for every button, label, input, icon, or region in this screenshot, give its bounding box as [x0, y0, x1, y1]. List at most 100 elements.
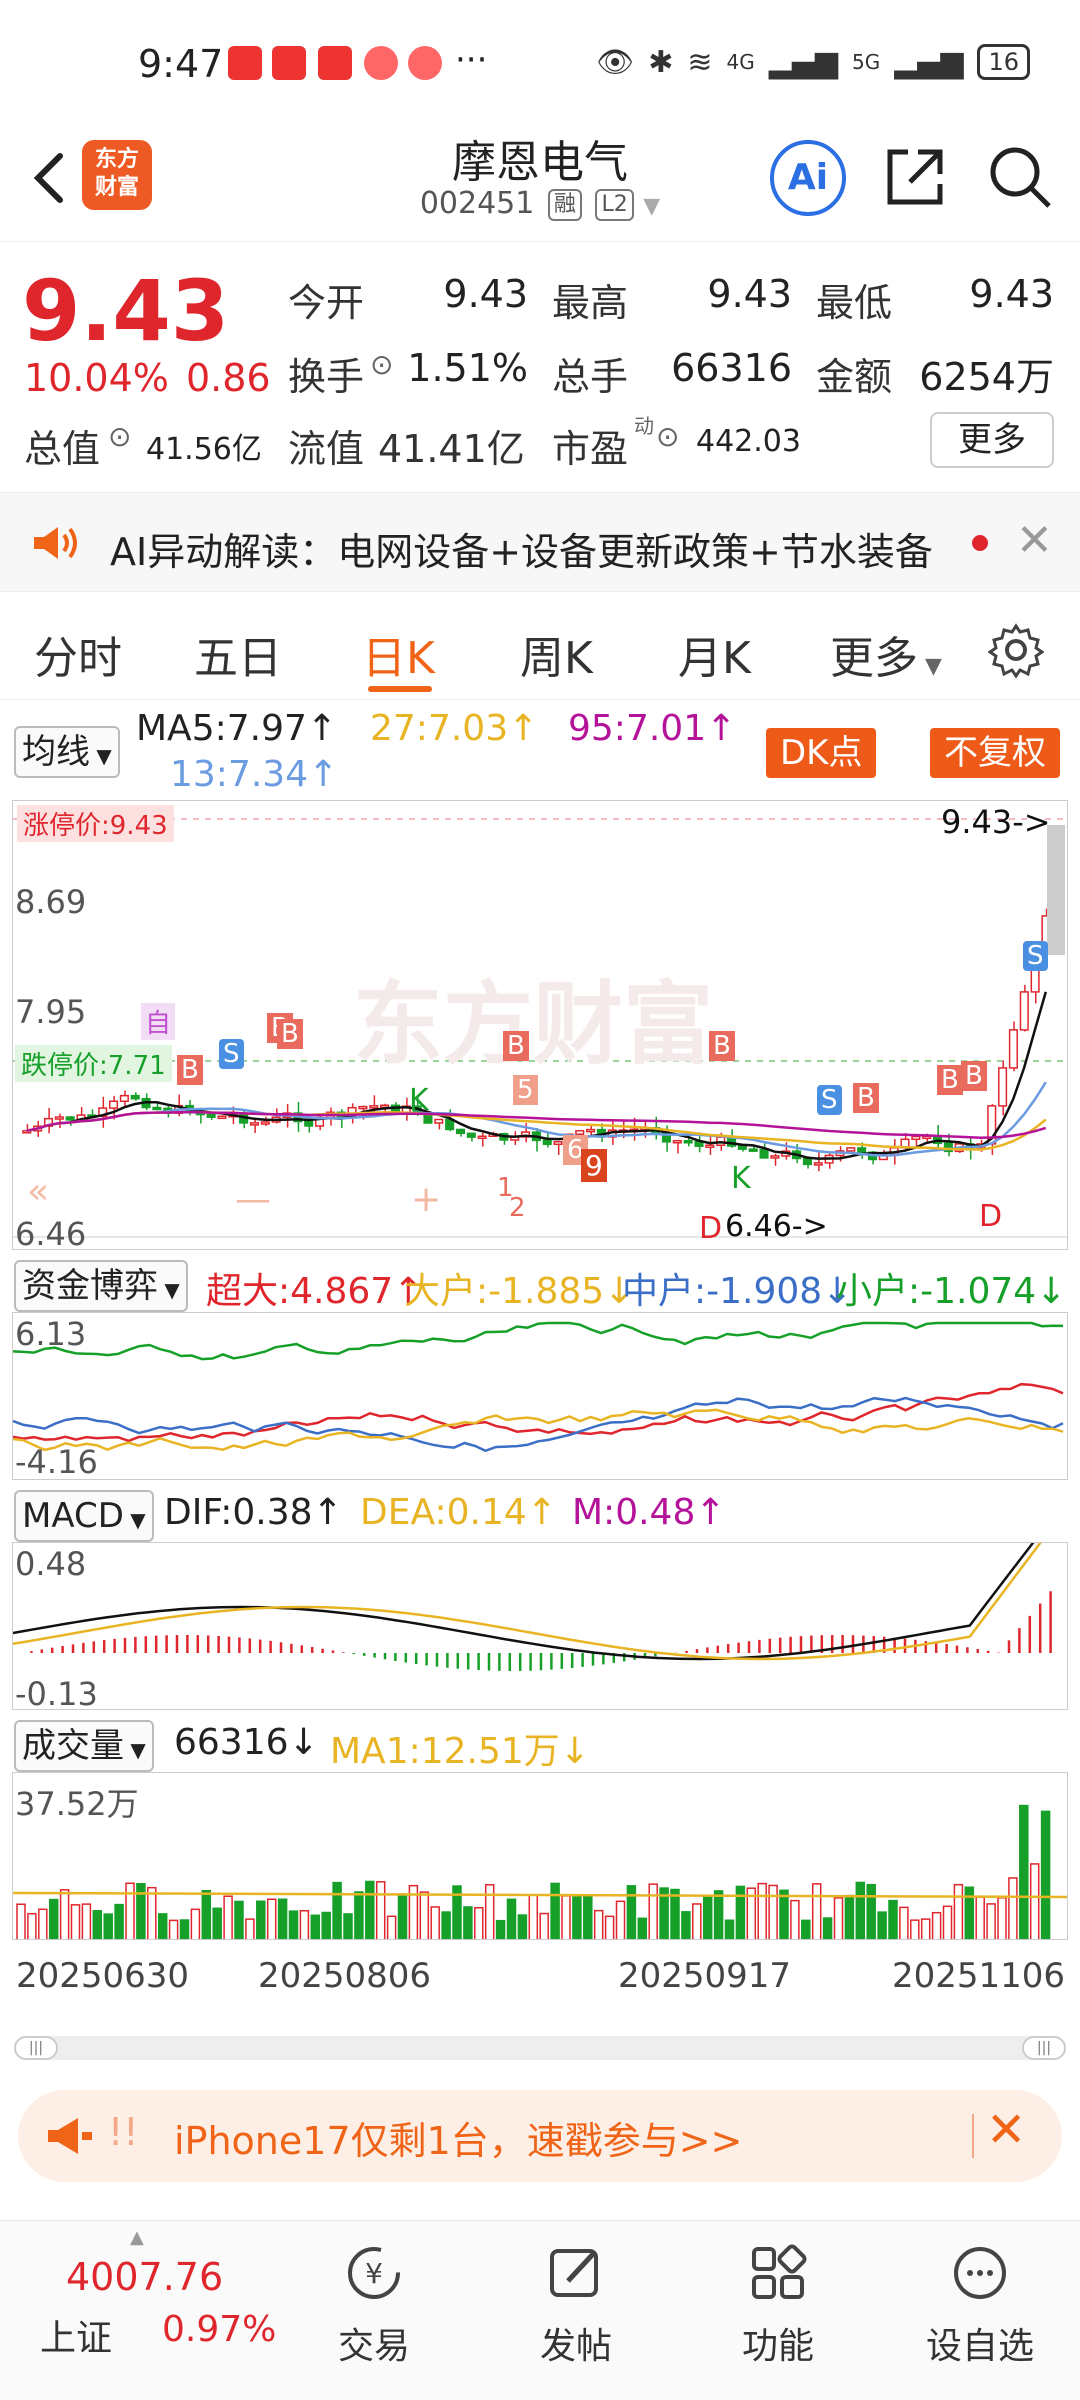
index-name: 上证 — [40, 2318, 113, 2359]
signal-setup-2: 2 — [509, 1193, 526, 1223]
volume-select[interactable]: 成交量 ▼ — [14, 1720, 154, 1772]
promo-close-icon[interactable]: ✕ — [986, 2102, 1026, 2158]
tab-five-day[interactable]: 五日 — [194, 622, 282, 686]
functions-grid-icon — [752, 2244, 807, 2299]
notification-icon — [272, 46, 306, 80]
candle — [748, 1148, 758, 1152]
more-button[interactable]: 更多 — [930, 412, 1054, 468]
turnover-label: 换手 — [288, 355, 365, 399]
settings-gear-icon[interactable] — [988, 622, 1044, 678]
ai-assistant-button[interactable]: Ai — [770, 140, 846, 216]
candle — [249, 1122, 260, 1126]
signal-sell: S — [817, 1085, 842, 1115]
volume-label: 总手 — [552, 355, 629, 399]
y-tick-mid: 7.95 — [15, 993, 87, 1031]
tab-monthly-k[interactable]: 月K — [678, 622, 751, 686]
candle — [857, 1147, 867, 1154]
macd-select[interactable]: MACD ▼ — [14, 1490, 154, 1542]
mktcap-value: 41.56亿 — [146, 432, 262, 467]
info-icon[interactable]: ⊙ — [370, 348, 393, 381]
volume-bar — [517, 1914, 528, 1939]
volume-bar — [463, 1906, 473, 1939]
fund-super: 超大:4.867↑ — [206, 1271, 424, 1312]
signal-4g-label: 4G — [726, 50, 755, 74]
volume-chart[interactable]: 37.52万 — [12, 1772, 1068, 1940]
limit-up-label: 涨停价:9.43 — [17, 805, 174, 842]
candle — [705, 1144, 715, 1148]
low-label: 最低 — [816, 281, 893, 325]
adjust-button[interactable]: 不复权 — [930, 728, 1060, 778]
volume-bar — [757, 1882, 767, 1939]
index-pct: 0.97% — [162, 2309, 277, 2350]
dropdown-triangle-icon[interactable]: ▼ — [643, 194, 660, 219]
volume-bar — [168, 1919, 179, 1939]
signal-k: K — [409, 1083, 429, 1118]
volume-bar — [38, 1908, 48, 1939]
volume-bar — [256, 1900, 266, 1939]
candle — [260, 1121, 270, 1125]
volume-bar — [386, 1915, 397, 1939]
high-value: 9.43 — [707, 272, 792, 316]
volume-bar — [299, 1909, 310, 1939]
volume-bar — [332, 1881, 342, 1939]
fund-select[interactable]: 资金博弈 ▼ — [14, 1260, 188, 1312]
tab-intraday[interactable]: 分时 — [34, 622, 122, 686]
close-icon[interactable]: ✕ — [1016, 515, 1053, 566]
quote-panel: 9.43 10.04% 0.86 今开 9.43 最高 9.43 最低 9.43… — [0, 242, 1080, 492]
volume-bar — [59, 1889, 70, 1939]
info-icon[interactable]: ⊙ — [656, 420, 679, 453]
nav-add-watchlist[interactable]: 设自选 — [910, 2241, 1050, 2369]
notification-icon — [228, 46, 262, 80]
tab-more[interactable]: 更多 ▼ — [830, 622, 942, 686]
share-icon[interactable] — [880, 142, 950, 212]
range-handle-right[interactable]: ||| — [1022, 2036, 1066, 2060]
index-expand-icon[interactable]: ▲ — [130, 2227, 144, 2248]
volume-bar — [561, 1895, 571, 1939]
volume-bar — [27, 1912, 37, 1939]
candle — [54, 1116, 64, 1120]
tab-weekly-k[interactable]: 周K — [520, 622, 593, 686]
notification-icon — [408, 46, 442, 80]
nav-post[interactable]: 发帖 — [506, 2241, 646, 2369]
fund-select-label: 资金博弈 — [22, 1266, 158, 1306]
volume-bar — [223, 1895, 233, 1939]
candle — [130, 1094, 140, 1100]
volume-legend: 成交量 ▼ 66316↓ MA1:12.51万↓ — [0, 1716, 1080, 1772]
volume-bar — [692, 1903, 702, 1939]
tab-daily-k[interactable]: 日K — [362, 622, 435, 686]
volume-bar — [288, 1910, 299, 1939]
volume-bar — [16, 1903, 26, 1939]
low-price-marker: 6.46-> — [725, 1209, 828, 1244]
dk-point-button[interactable]: DK点 — [766, 728, 877, 778]
volume-bar — [81, 1903, 92, 1939]
notification-icon — [364, 46, 398, 80]
info-icon[interactable]: ⊙ — [108, 420, 131, 453]
candle — [542, 1139, 552, 1146]
volume-bar — [888, 1899, 898, 1939]
volume-bar — [997, 1896, 1007, 1939]
nav-trade[interactable]: ¥ 交易 — [304, 2241, 444, 2369]
signal-sell: S — [219, 1039, 244, 1069]
search-icon[interactable] — [985, 142, 1055, 212]
macd-line — [13, 1543, 1035, 1661]
margin-tag: 融 — [547, 188, 582, 221]
fund-chart[interactable]: 6.13 -4.16 — [12, 1312, 1068, 1480]
index-value[interactable]: 4007.76 — [66, 2255, 223, 2299]
volume-bar — [528, 1894, 539, 1939]
volume-bar — [179, 1919, 190, 1939]
candle — [553, 1141, 563, 1146]
range-handle-left[interactable]: ||| — [14, 2036, 58, 2060]
volume-bar — [931, 1911, 942, 1939]
range-slider-track[interactable]: ||| ||| — [14, 2036, 1066, 2060]
macd-chart[interactable]: 0.48 -0.13 — [12, 1542, 1068, 1710]
ai-insight-banner[interactable]: AI异动解读：电网设备+设备更新政策+节水装备 ✕ — [0, 492, 1080, 592]
candle — [672, 1139, 682, 1144]
candle — [477, 1135, 487, 1140]
volume-ma-line — [13, 1891, 1067, 1899]
kline-chart[interactable]: 东方财富 涨停价:9.43 9.43-> 8.69 7.95 跌停价:7.71 … — [12, 800, 1068, 1250]
ma-select[interactable]: 均线 ▼ — [14, 726, 120, 778]
promo-banner[interactable]: !! iPhone17仅剩1台，速戳参与>> ✕ — [18, 2090, 1062, 2182]
nav-functions[interactable]: 功能 — [708, 2241, 848, 2369]
volume-bar — [125, 1882, 135, 1939]
amount-value: 6254万 — [919, 355, 1054, 399]
